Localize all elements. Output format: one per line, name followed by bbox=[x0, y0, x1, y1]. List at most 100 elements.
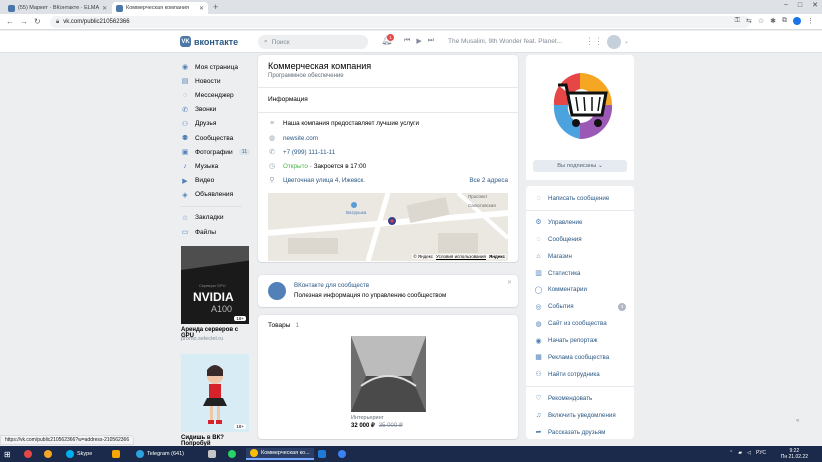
action-label: Комментарии bbox=[548, 286, 587, 294]
menu-label: Закладки bbox=[195, 214, 224, 222]
admin-item-shop[interactable]: ⌂ Магазин bbox=[526, 248, 634, 265]
language-indicator[interactable]: РУС bbox=[756, 450, 766, 456]
search-input[interactable]: ⌕ Поиск bbox=[258, 35, 368, 49]
taskbar-clock[interactable]: 9:22 Пн 21.02.22 bbox=[781, 448, 808, 460]
browser-tab-company[interactable]: Коммерческая компания ✕ bbox=[112, 2, 208, 14]
taskbar-app-icon[interactable] bbox=[44, 448, 52, 460]
menu-item-communities[interactable]: ⚉ Сообщества bbox=[180, 131, 250, 145]
address-map[interactable]: Проспект Салютовская Ватрушка © Яндекс У… bbox=[268, 193, 508, 261]
website-link[interactable]: newsite.com bbox=[283, 135, 318, 142]
menu-label: Сообщества bbox=[195, 134, 234, 142]
products-header[interactable]: Товары 1 bbox=[268, 322, 299, 329]
close-tab-icon[interactable]: ✕ bbox=[196, 5, 204, 12]
vk-logo[interactable]: VK вконтакте bbox=[180, 36, 238, 47]
puzzle-icon[interactable]: ⧉ bbox=[782, 17, 787, 25]
left-menu: ◉ Моя страница ▤ Новости ◌ Мессенджер ✆ Звон… bbox=[180, 60, 250, 239]
menu-label: Объявления bbox=[195, 191, 234, 199]
menu-item-bookmarks[interactable]: ☆ Закладки bbox=[180, 211, 250, 225]
translate-icon[interactable]: ⇆ bbox=[746, 17, 752, 25]
close-icon[interactable]: ✕ bbox=[507, 279, 512, 286]
menu-item-files[interactable]: ▭ Файлы bbox=[180, 225, 250, 239]
promo-card: ВКонтакте для сообществ Полезная информа… bbox=[258, 275, 518, 307]
extension-icon[interactable]: ✱ bbox=[770, 17, 776, 25]
divider bbox=[526, 209, 634, 211]
admin-item-broadcast[interactable]: ◉ Начать репортаж bbox=[526, 332, 634, 349]
close-window-button[interactable]: ✕ bbox=[812, 1, 818, 9]
next-track-icon[interactable]: ⏭ bbox=[428, 37, 434, 45]
reload-icon[interactable]: ↻ bbox=[34, 17, 41, 26]
taskbar-chrome[interactable]: Коммерческая ко... bbox=[246, 448, 314, 460]
write-message-button[interactable]: ◌ Написать сообщение bbox=[526, 190, 634, 207]
menu-label: Друзья bbox=[195, 120, 217, 128]
user-avatar[interactable] bbox=[607, 35, 621, 49]
action-notifications[interactable]: ♫ Включить уведомления bbox=[526, 407, 634, 424]
windows-start-icon[interactable]: ⊞ bbox=[4, 448, 11, 460]
menu-dots-icon[interactable]: ⋮ bbox=[807, 17, 814, 25]
forward-arrow-icon[interactable]: → bbox=[20, 17, 28, 26]
back-arrow-icon[interactable]: ← bbox=[6, 17, 14, 26]
admin-item-find-employee[interactable]: ⚇ Найти сотрудника bbox=[526, 366, 634, 383]
menu-item-news[interactable]: ▤ Новости bbox=[180, 74, 250, 88]
admin-item-manage[interactable]: ⚙ Управление bbox=[526, 214, 634, 231]
divider bbox=[258, 87, 518, 88]
menu-item-calls[interactable]: ✆ Звонки bbox=[180, 103, 250, 117]
admin-item-site[interactable]: ◍ Сайт из сообщества bbox=[526, 315, 634, 332]
ad-game-banner[interactable]: 18+ bbox=[181, 354, 249, 432]
action-recommend[interactable]: ♡ Рекомендовать bbox=[526, 390, 634, 407]
bookmark-star-icon[interactable]: ☆ bbox=[758, 17, 764, 25]
taskbar-app-icon[interactable] bbox=[24, 448, 32, 460]
admin-item-ads[interactable]: ▦ Реклама сообщества bbox=[526, 349, 634, 366]
apps-grid-icon[interactable]: ⋮⋮ bbox=[585, 36, 603, 47]
menu-item-messenger[interactable]: ◌ Мессенджер bbox=[180, 88, 250, 102]
map-terms-link[interactable]: Условия использования bbox=[436, 254, 486, 259]
ad-gpu-banner[interactable]: Серверы GPU NVIDIA A100 18+ bbox=[181, 246, 249, 324]
admin-item-stats[interactable]: ▥ Статистика bbox=[526, 265, 634, 282]
menu-item-music[interactable]: ♪ Музыка bbox=[180, 159, 250, 173]
network-icon[interactable]: ▰ bbox=[738, 450, 742, 456]
menu-item-photos[interactable]: ▣ Фотографии 11 bbox=[180, 145, 250, 159]
menu-item-my-page[interactable]: ◉ Моя страница bbox=[180, 60, 250, 74]
ad-domain[interactable]: promo.selectel.ru bbox=[181, 336, 223, 342]
all-addresses-link[interactable]: Все 2 адреса bbox=[469, 177, 508, 184]
chevron-down-icon[interactable]: ⌄ bbox=[624, 38, 629, 45]
menu-item-classifieds[interactable]: ◈ Объявления bbox=[180, 188, 250, 202]
admin-item-messages[interactable]: ◌ Сообщения bbox=[526, 231, 634, 248]
action-share[interactable]: ➦ Рассказать друзьям bbox=[526, 424, 634, 441]
address-bar[interactable]: 🔒︎ vk.com/public210562366 bbox=[50, 16, 750, 28]
profile-icon[interactable] bbox=[793, 17, 801, 25]
play-icon[interactable]: ▶ bbox=[416, 37, 421, 45]
subscribed-button[interactable]: Вы подписаны ⌄ bbox=[533, 160, 627, 172]
menu-item-friends[interactable]: ⚇ Друзья bbox=[180, 117, 250, 131]
key-icon[interactable]: ⚿ bbox=[735, 17, 740, 25]
whatsapp-icon[interactable] bbox=[228, 448, 236, 460]
taskbar-skype[interactable]: Skype bbox=[66, 448, 92, 460]
closing-time: · Закроется в 17:00 bbox=[309, 162, 367, 170]
community-category[interactable]: Программное обеспечение bbox=[268, 73, 344, 79]
product-name[interactable]: Интерьеринг bbox=[351, 415, 384, 421]
admin-item-events[interactable]: ◎ События 3 bbox=[526, 298, 634, 315]
taskbar-label: Telegram (641) bbox=[147, 451, 184, 457]
vscode-icon[interactable] bbox=[318, 448, 326, 460]
taskbar-app-icon[interactable] bbox=[338, 448, 346, 460]
minimize-button[interactable]: − bbox=[784, 2, 788, 9]
maximize-button[interactable]: □ bbox=[798, 2, 802, 9]
phone-link[interactable]: +7 (999) 111-11-11 bbox=[283, 149, 335, 156]
scroll-up-icon[interactable]: « bbox=[796, 418, 799, 424]
tray-chevron-icon[interactable]: ⌃ bbox=[729, 450, 733, 456]
product-image[interactable] bbox=[351, 336, 426, 412]
promo-title[interactable]: ВКонтакте для сообществ bbox=[294, 282, 369, 289]
taskbar-app-icon[interactable] bbox=[112, 448, 120, 460]
location-pin-icon: ⚲ bbox=[269, 177, 275, 184]
prev-track-icon[interactable]: ⏮ bbox=[404, 37, 410, 45]
admin-item-comments[interactable]: ◯ Комментарии bbox=[526, 281, 634, 298]
browser-tab-market[interactable]: (55) Маркет · ВКонтакте · ELMA ✕ bbox=[4, 2, 108, 14]
vk-favicon-icon bbox=[116, 4, 123, 12]
address-link[interactable]: Цветочная улица 4, Ижевск. bbox=[283, 177, 365, 184]
taskbar-app-icon[interactable] bbox=[208, 448, 216, 460]
taskbar-telegram[interactable]: Telegram (641) bbox=[136, 448, 184, 460]
now-playing-track[interactable]: The Musalini, 9th Wonder feat. Planet... bbox=[448, 38, 562, 45]
close-tab-icon[interactable]: ✕ bbox=[99, 5, 107, 12]
volume-icon[interactable]: ◁ bbox=[747, 450, 751, 456]
new-tab-button[interactable]: + bbox=[213, 2, 218, 12]
menu-item-video[interactable]: ▶ Видео bbox=[180, 174, 250, 188]
